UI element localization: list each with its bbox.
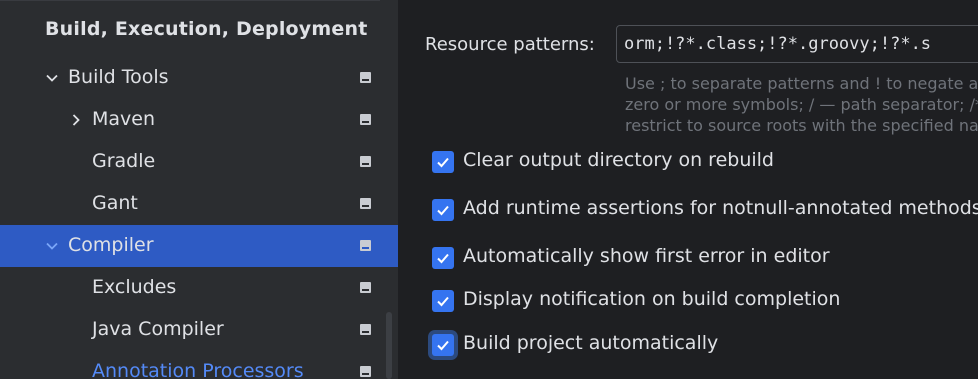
hint-text: restrict to source roots with the specif… bbox=[625, 116, 978, 135]
resource-patterns-value: orm;!?*.class;!?*.groovy;!?*.s bbox=[624, 34, 932, 54]
resource-patterns-label: Resource patterns: bbox=[425, 34, 595, 55]
hint-text: zero or more symbols; / — path separator… bbox=[625, 95, 978, 114]
chevron-down-icon[interactable] bbox=[42, 57, 62, 99]
tree-item-label: Java Compiler bbox=[92, 318, 224, 340]
tree-item-label: Maven bbox=[92, 108, 156, 130]
project-level-icon bbox=[360, 240, 371, 251]
checkbox-checked-icon[interactable] bbox=[432, 247, 454, 269]
project-level-icon bbox=[360, 72, 371, 83]
tree-item-java-compiler[interactable]: Java Compiler bbox=[0, 309, 398, 351]
project-level-icon bbox=[360, 366, 371, 377]
tree-item-maven[interactable]: Maven bbox=[0, 99, 398, 141]
tree-item-gant[interactable]: Gant bbox=[0, 183, 398, 225]
project-level-icon bbox=[360, 198, 371, 209]
checkbox-checked-icon[interactable] bbox=[432, 151, 454, 173]
checkbox-label: Clear output directory on rebuild bbox=[463, 149, 774, 171]
project-level-icon bbox=[360, 114, 371, 125]
tree-item-label: Compiler bbox=[68, 234, 154, 256]
checkbox-checked-icon[interactable] bbox=[432, 199, 454, 221]
tree-item-build-tools[interactable]: Build Tools bbox=[0, 57, 398, 99]
tree-item-compiler[interactable]: Compiler bbox=[0, 225, 398, 267]
divider bbox=[0, 0, 380, 1]
chevron-right-icon[interactable] bbox=[66, 99, 86, 141]
tree-item-label: Annotation Processors bbox=[92, 360, 304, 379]
checkbox-checked-icon[interactable] bbox=[432, 290, 454, 312]
resource-patterns-input[interactable]: orm;!?*.class;!?*.groovy;!?*.s bbox=[616, 25, 978, 63]
checkbox-label: Display notification on build completion bbox=[463, 288, 841, 310]
settings-sidebar: Build, Execution, Deployment Build Tools… bbox=[0, 0, 398, 379]
hint-text: Use ; to separate patterns and ! to nega… bbox=[625, 74, 978, 93]
tree-item-excludes[interactable]: Excludes bbox=[0, 267, 398, 309]
project-level-icon bbox=[360, 282, 371, 293]
tree-item-label: Gradle bbox=[92, 150, 156, 172]
project-level-icon bbox=[360, 324, 371, 335]
tree-item-label: Excludes bbox=[92, 276, 177, 298]
checkbox-label: Automatically show first error in editor bbox=[463, 245, 830, 267]
checkbox-checked-icon[interactable] bbox=[432, 334, 454, 356]
sidebar-scrollbar[interactable] bbox=[386, 312, 392, 379]
chevron-down-icon[interactable] bbox=[42, 225, 62, 267]
checkbox-label: Add runtime assertions for notnull-annot… bbox=[463, 197, 978, 219]
tree-item-label: Gant bbox=[92, 192, 138, 214]
tree-item-annotation-processors[interactable]: Annotation Processors bbox=[0, 351, 398, 379]
project-level-icon bbox=[360, 156, 371, 167]
section-title: Build, Execution, Deployment bbox=[45, 18, 368, 40]
checkbox-label: Build project automatically bbox=[463, 332, 719, 354]
tree-item-gradle[interactable]: Gradle bbox=[0, 141, 398, 183]
compiler-settings-panel: Resource patterns: orm;!?*.class;!?*.gro… bbox=[398, 0, 978, 379]
tree-item-label: Build Tools bbox=[68, 66, 169, 88]
